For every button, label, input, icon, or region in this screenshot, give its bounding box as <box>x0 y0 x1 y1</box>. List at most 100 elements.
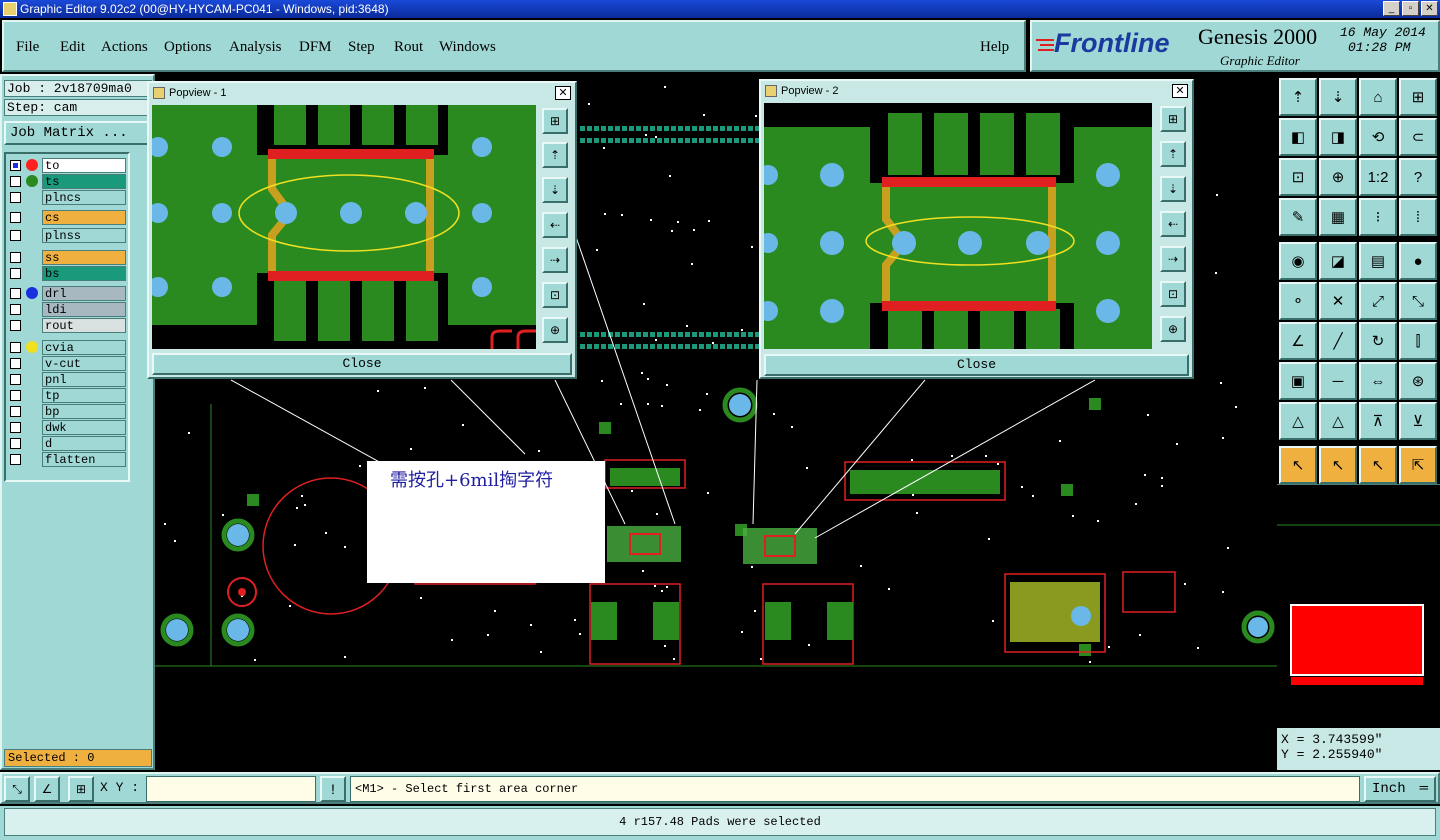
tool-button-3-icon[interactable]: ⊞ <box>1399 78 1437 116</box>
layer-checkbox[interactable] <box>10 342 21 353</box>
layer-checkbox[interactable] <box>10 252 21 263</box>
tool-button-20-icon[interactable]: ⚬ <box>1279 282 1317 320</box>
layer-row-bs[interactable]: bs <box>8 266 126 281</box>
tool-button-7-icon[interactable]: ⊂ <box>1399 118 1437 156</box>
layer-row-tp[interactable]: tp <box>8 388 126 403</box>
tool-button-25-icon[interactable]: ╱ <box>1319 322 1357 360</box>
layer-row-rout[interactable]: rout <box>8 318 126 333</box>
popview-1-close-button[interactable]: Close <box>152 353 572 375</box>
menu-file[interactable]: File <box>16 39 39 56</box>
tool-button-9-icon[interactable]: ⊕ <box>1319 158 1357 196</box>
popview-1-canvas[interactable] <box>152 105 536 349</box>
layer-checkbox[interactable] <box>10 374 21 385</box>
popview-2-tool-zoom-icon[interactable]: ⊞ <box>1160 106 1186 132</box>
tool-button-14-icon[interactable]: ⁝ <box>1359 198 1397 236</box>
layer-checkbox[interactable] <box>10 454 21 465</box>
layer-checkbox[interactable] <box>10 304 21 315</box>
overview-map[interactable] <box>1277 484 1440 724</box>
tool-button-22-icon[interactable]: ⤢ <box>1359 282 1397 320</box>
popview-1-tool-pan-right-icon[interactable]: ⇢ <box>542 247 568 273</box>
popview-1-tool-pan-up-icon[interactable]: ⇡ <box>542 142 568 168</box>
popview-1-tool-pan-down-icon[interactable]: ⇣ <box>542 177 568 203</box>
tool-button-18-icon[interactable]: ▤ <box>1359 242 1397 280</box>
tool-button-1-icon[interactable]: ⇣ <box>1319 78 1357 116</box>
maximize-button[interactable]: ▫ <box>1402 1 1419 16</box>
menu-options[interactable]: Options <box>164 39 212 56</box>
tool-button-35-icon[interactable]: ⊻ <box>1399 402 1437 440</box>
popview-2-tool-pan-right-icon[interactable]: ⇢ <box>1160 246 1186 272</box>
layer-row-flatten[interactable]: flatten <box>8 452 126 467</box>
popview-1-tool-pan-left-icon[interactable]: ⇠ <box>542 212 568 238</box>
layer-row-drl[interactable]: drl <box>8 286 126 301</box>
layer-checkbox[interactable] <box>10 212 21 223</box>
layer-row-ldi[interactable]: ldi <box>8 302 126 317</box>
popview-2-tool-center-icon[interactable]: ⊕ <box>1160 316 1186 342</box>
tool-button-28-icon[interactable]: ▣ <box>1279 362 1317 400</box>
layer-checkbox[interactable] <box>10 288 21 299</box>
xy-input[interactable] <box>146 776 316 802</box>
alert-icon[interactable]: ! <box>320 776 346 802</box>
tool-button-27-icon[interactable]: ⫿ <box>1399 322 1437 360</box>
layer-checkbox[interactable] <box>10 192 21 203</box>
popview-1-close-icon[interactable]: ✕ <box>555 86 571 100</box>
snap-icon[interactable]: ⤡ <box>4 776 30 802</box>
layer-checkbox[interactable] <box>10 230 21 241</box>
menu-dfm[interactable]: DFM <box>299 39 332 56</box>
tool-button-36-icon[interactable]: ↖ <box>1279 446 1317 484</box>
layer-checkbox[interactable] <box>10 358 21 369</box>
tool-button-31-icon[interactable]: ⊛ <box>1399 362 1437 400</box>
popview-2-tool-pan-down-icon[interactable]: ⇣ <box>1160 176 1186 202</box>
tool-button-29-icon[interactable]: ─ <box>1319 362 1357 400</box>
layer-row-v-cut[interactable]: v-cut <box>8 356 126 371</box>
popview-2-close-icon[interactable]: ✕ <box>1172 84 1188 98</box>
popview-2-close-button[interactable]: Close <box>764 354 1189 376</box>
popview-2-canvas[interactable] <box>764 103 1152 349</box>
layer-checkbox[interactable] <box>10 422 21 433</box>
popview-1-tool-zoom-icon[interactable]: ⊞ <box>542 108 568 134</box>
layer-checkbox[interactable] <box>10 176 21 187</box>
layer-checkbox[interactable] <box>10 160 21 171</box>
tool-button-34-icon[interactable]: ⊼ <box>1359 402 1397 440</box>
menu-actions[interactable]: Actions <box>101 39 148 56</box>
tool-button-5-icon[interactable]: ◨ <box>1319 118 1357 156</box>
layer-row-cvia[interactable]: cvia <box>8 340 126 355</box>
menu-windows[interactable]: Windows <box>439 39 496 56</box>
popview-2-tool-pan-up-icon[interactable]: ⇡ <box>1160 141 1186 167</box>
menu-help[interactable]: Help <box>980 39 1009 56</box>
layer-row-to[interactable]: to <box>8 158 126 173</box>
layer-checkbox[interactable] <box>10 438 21 449</box>
units-selector[interactable]: Inch ═ <box>1364 776 1436 802</box>
tool-button-17-icon[interactable]: ◪ <box>1319 242 1357 280</box>
tool-button-24-icon[interactable]: ∠ <box>1279 322 1317 360</box>
minimize-button[interactable]: _ <box>1383 1 1400 16</box>
layer-checkbox[interactable] <box>10 320 21 331</box>
tool-button-19-icon[interactable]: ● <box>1399 242 1437 280</box>
layer-row-dwk[interactable]: dwk <box>8 420 126 435</box>
menu-step[interactable]: Step <box>348 39 375 56</box>
measure-icon[interactable]: ∠ <box>34 776 60 802</box>
layer-row-ss[interactable]: ss <box>8 250 126 265</box>
tool-button-12-icon[interactable]: ✎ <box>1279 198 1317 236</box>
tool-button-33-icon[interactable]: △ <box>1319 402 1357 440</box>
layer-checkbox[interactable] <box>10 268 21 279</box>
tool-button-16-icon[interactable]: ◉ <box>1279 242 1317 280</box>
tool-button-39-icon[interactable]: ⇱ <box>1399 446 1437 484</box>
layer-row-d[interactable]: d <box>8 436 126 451</box>
layer-row-ts[interactable]: ts <box>8 174 126 189</box>
tool-button-37-icon[interactable]: ↖ <box>1319 446 1357 484</box>
tool-button-23-icon[interactable]: ⤡ <box>1399 282 1437 320</box>
tool-button-26-icon[interactable]: ↻ <box>1359 322 1397 360</box>
popview-1-tool-fit-icon[interactable]: ⊡ <box>542 282 568 308</box>
tool-button-30-icon[interactable]: ⇔ <box>1359 362 1397 400</box>
tool-button-6-icon[interactable]: ⟲ <box>1359 118 1397 156</box>
menu-edit[interactable]: Edit <box>60 39 85 56</box>
close-window-button[interactable]: ✕ <box>1421 1 1438 16</box>
tool-button-13-icon[interactable]: ▦ <box>1319 198 1357 236</box>
menu-rout[interactable]: Rout <box>394 39 423 56</box>
popview-2-tool-pan-left-icon[interactable]: ⇠ <box>1160 211 1186 237</box>
layer-row-bp[interactable]: bp <box>8 404 126 419</box>
popview-2-tool-fit-icon[interactable]: ⊡ <box>1160 281 1186 307</box>
tool-button-38-icon[interactable]: ↖ <box>1359 446 1397 484</box>
popview-1-tool-center-icon[interactable]: ⊕ <box>542 317 568 343</box>
tool-button-0-icon[interactable]: ⇡ <box>1279 78 1317 116</box>
